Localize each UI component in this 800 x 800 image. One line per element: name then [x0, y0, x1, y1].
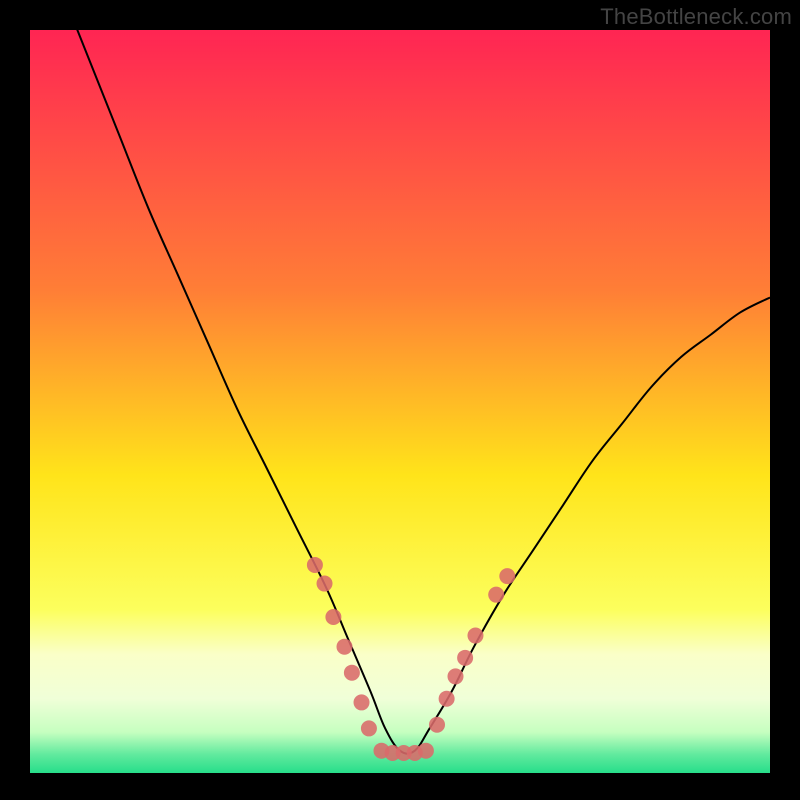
- chart-container: TheBottleneck.com: [0, 0, 800, 800]
- marker-markers-right: [457, 650, 473, 666]
- marker-markers-left: [317, 576, 333, 592]
- marker-markers-left: [344, 665, 360, 681]
- marker-markers-bottom: [418, 743, 434, 759]
- marker-markers-left: [325, 609, 341, 625]
- marker-markers-right: [499, 568, 515, 584]
- marker-markers-right: [448, 668, 464, 684]
- marker-markers-left: [307, 557, 323, 573]
- marker-markers-left: [354, 694, 370, 710]
- marker-markers-left: [361, 720, 377, 736]
- marker-markers-right: [429, 717, 445, 733]
- chart-svg: [0, 0, 800, 800]
- marker-markers-left: [337, 639, 353, 655]
- marker-markers-right: [488, 587, 504, 603]
- marker-markers-right: [467, 628, 483, 644]
- watermark-text: TheBottleneck.com: [600, 4, 792, 30]
- chart-background: [30, 30, 770, 773]
- marker-markers-right: [439, 691, 455, 707]
